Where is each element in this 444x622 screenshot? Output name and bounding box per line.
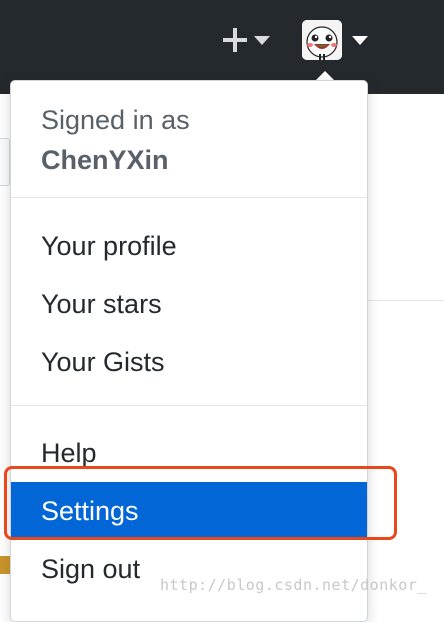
menu-item-your-profile[interactable]: Your profile bbox=[11, 217, 367, 275]
signed-in-label: Signed in as bbox=[41, 105, 190, 135]
avatar-icon bbox=[302, 20, 342, 60]
watermark-text: http://blog.csdn.net/donkor_ bbox=[160, 576, 427, 594]
menu-item-your-stars[interactable]: Your stars bbox=[11, 275, 367, 333]
user-dropdown-menu: Signed in as ChenYXin Your profile Your … bbox=[10, 80, 368, 622]
background-panel bbox=[0, 138, 10, 186]
username[interactable]: ChenYXin bbox=[41, 145, 169, 176]
avatar[interactable] bbox=[302, 20, 342, 60]
chevron-down-icon[interactable] bbox=[352, 36, 368, 45]
menu-item-your-gists[interactable]: Your Gists bbox=[11, 333, 367, 391]
menu-divider bbox=[11, 197, 367, 198]
dropdown-pointer bbox=[316, 71, 334, 80]
background-divider bbox=[366, 300, 444, 301]
menu-divider bbox=[11, 405, 367, 406]
highlight-annotation bbox=[4, 466, 397, 540]
chevron-down-icon[interactable] bbox=[254, 36, 270, 45]
plus-icon[interactable] bbox=[222, 27, 248, 53]
